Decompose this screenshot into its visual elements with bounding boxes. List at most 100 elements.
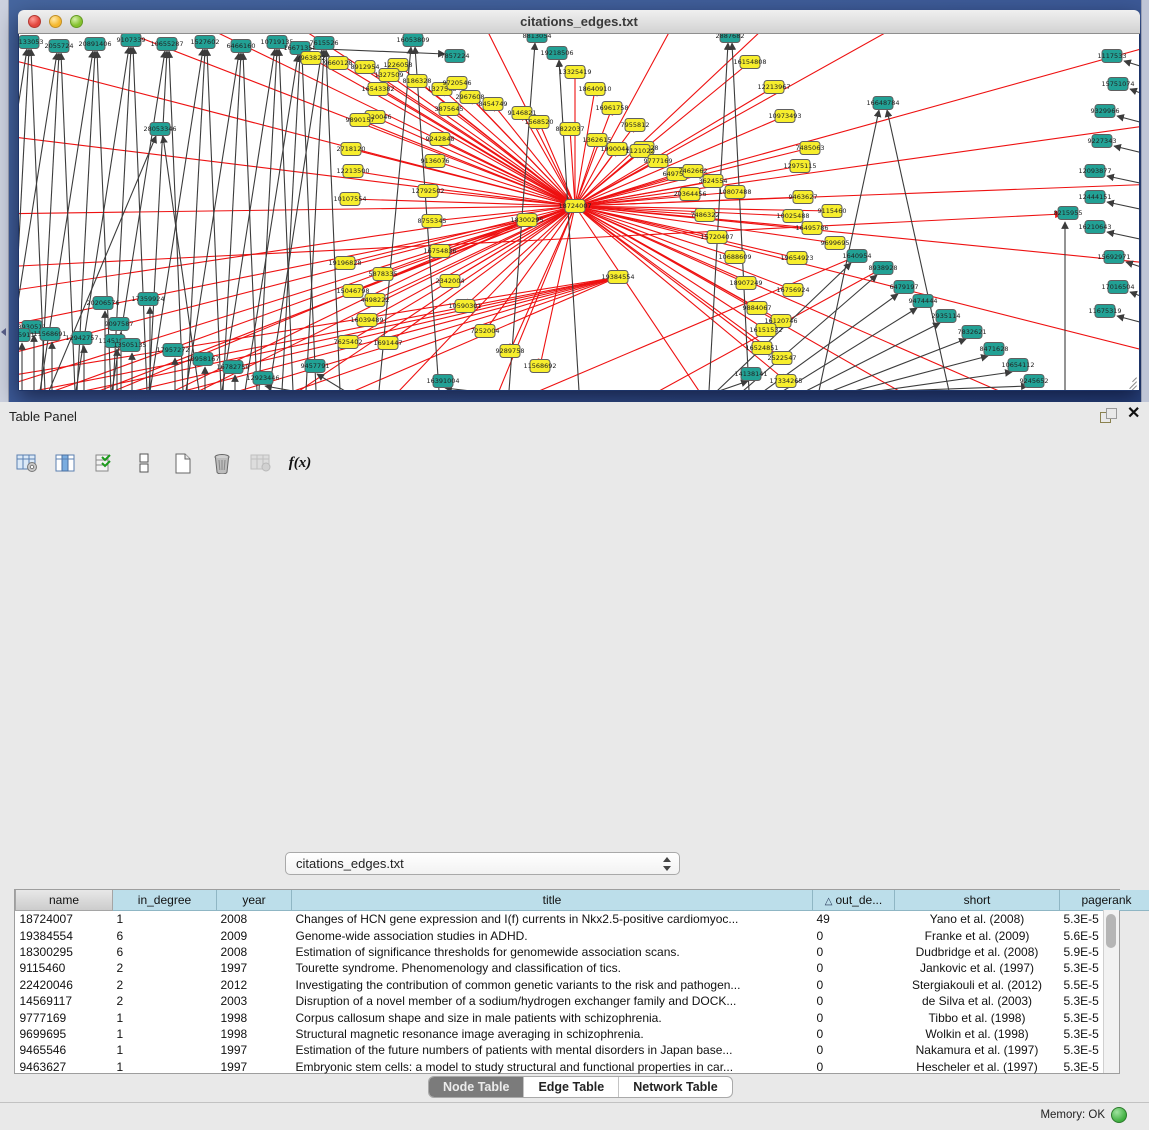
red-edge[interactable] — [375, 206, 575, 300]
table-cell[interactable]: Jankovic et al. (1997) — [895, 960, 1060, 976]
black-edge[interactable] — [1117, 316, 1139, 327]
black-edge[interactable] — [445, 388, 471, 390]
collapse-panel-arrow-icon[interactable] — [1, 328, 6, 336]
table-cell[interactable]: 2 — [113, 977, 217, 993]
select-columns-icon[interactable] — [53, 450, 79, 476]
close-panel-icon[interactable]: ✕ — [1127, 406, 1140, 422]
table-cell[interactable]: Structural magnetic resonance image aver… — [292, 1026, 813, 1042]
red-edge[interactable] — [575, 44, 1139, 206]
table-settings-icon[interactable] — [14, 450, 40, 476]
table-cell[interactable]: 1998 — [217, 1026, 292, 1042]
table-cell[interactable]: 1 — [113, 1026, 217, 1042]
table-cell[interactable]: 0 — [813, 927, 895, 943]
table-cell[interactable]: Tourette syndrome. Phenomenology and cla… — [292, 960, 813, 976]
table-cell[interactable]: 6 — [113, 944, 217, 960]
table-cell[interactable]: Yano et al. (2008) — [895, 911, 1060, 928]
table-cell[interactable]: 1 — [113, 1042, 217, 1058]
black-edge[interactable] — [207, 49, 221, 390]
table-cell[interactable]: 0 — [813, 1009, 895, 1025]
column-header-pagerank[interactable]: pagerank — [1060, 890, 1149, 911]
table-cell[interactable]: de Silva et al. (2003) — [895, 993, 1060, 1009]
black-edge[interactable] — [887, 110, 949, 390]
black-edge[interactable] — [245, 55, 298, 390]
table-row[interactable]: 2242004622012Investigating the contribut… — [16, 977, 1149, 993]
black-edge[interactable] — [243, 53, 257, 390]
column-header-out_de[interactable]: △out_de... — [813, 890, 895, 911]
table-cell[interactable]: Franke et al. (2009) — [895, 927, 1060, 943]
table-cell[interactable]: 9115460 — [16, 960, 113, 976]
table-row[interactable]: 1872400712008Changes of HCN gene express… — [16, 911, 1149, 928]
table-cell[interactable]: 2 — [113, 960, 217, 976]
table-cell[interactable]: Embryonic stem cells: a model to study s… — [292, 1059, 813, 1075]
black-edge[interactable] — [259, 49, 277, 390]
table-cell[interactable]: 2008 — [217, 911, 292, 928]
table-cell[interactable]: 2012 — [217, 977, 292, 993]
function-builder-icon[interactable]: f(x) — [287, 450, 313, 476]
table-scrollbar[interactable] — [1103, 910, 1119, 1073]
table-cell[interactable]: Estimation of significance thresholds fo… — [292, 944, 813, 960]
new-table-icon[interactable] — [170, 450, 196, 476]
red-edge[interactable] — [570, 129, 575, 206]
table-cell[interactable]: 9463627 — [16, 1059, 113, 1075]
table-cell[interactable]: 1997 — [217, 960, 292, 976]
table-cell[interactable]: 6 — [113, 927, 217, 943]
black-edge[interactable] — [1114, 146, 1139, 157]
black-edge[interactable] — [783, 308, 917, 390]
table-cell[interactable]: Genome-wide association studies in ADHD. — [292, 927, 813, 943]
column-header-in_degree[interactable]: in_degree — [113, 890, 217, 911]
table-cell[interactable]: 0 — [813, 1026, 895, 1042]
table-cell[interactable]: Investigating the contribution of common… — [292, 977, 813, 993]
table-cell[interactable]: 0 — [813, 1059, 895, 1075]
table-cell[interactable]: 18300295 — [16, 944, 113, 960]
table-cell[interactable]: Estimation of the future numbers of pati… — [292, 1042, 813, 1058]
table-row[interactable]: 977716911998Corpus callosum shape and si… — [16, 1009, 1149, 1025]
red-edge[interactable] — [99, 206, 575, 390]
table-cell[interactable]: Dudbridge et al. (2008) — [895, 944, 1060, 960]
table-cell[interactable]: 49 — [813, 911, 895, 928]
table-cell[interactable]: 0 — [813, 944, 895, 960]
column-header-title[interactable]: title — [292, 890, 813, 911]
table-cell[interactable]: Changes of HCN gene expression and I(f) … — [292, 911, 813, 928]
table-cell[interactable]: Hescheler et al. (1997) — [895, 1059, 1060, 1075]
black-edge[interactable] — [1107, 232, 1139, 243]
column-header-name[interactable]: name — [16, 890, 113, 911]
black-edge[interactable] — [1130, 292, 1139, 303]
column-header-year[interactable]: year — [217, 890, 292, 911]
black-edge[interactable] — [1124, 61, 1139, 72]
table-cell[interactable]: 22420046 — [16, 977, 113, 993]
delete-row-trash-icon[interactable] — [209, 450, 235, 476]
table-cell[interactable]: Wolkin et al. (1998) — [895, 1026, 1060, 1042]
black-edge[interactable] — [187, 49, 205, 390]
table-cell[interactable]: Disruption of a novel member of a sodium… — [292, 993, 813, 1009]
tab-node-table[interactable]: Node Table — [429, 1077, 524, 1097]
column-header-short[interactable]: short — [895, 890, 1060, 911]
black-edge[interactable] — [559, 60, 579, 390]
table-cell[interactable]: 1 — [113, 1009, 217, 1025]
black-edge[interactable] — [1107, 202, 1139, 213]
scrollbar-thumb[interactable] — [1106, 914, 1116, 948]
table-cell[interactable]: 2009 — [217, 927, 292, 943]
table-row[interactable]: 1938455462009Genome-wide association stu… — [16, 927, 1149, 943]
tab-network-table[interactable]: Network Table — [619, 1077, 732, 1097]
table-cell[interactable]: Nakamura et al. (1997) — [895, 1042, 1060, 1058]
merge-rows-icon[interactable] — [131, 450, 157, 476]
table-cell[interactable]: 9699695 — [16, 1026, 113, 1042]
table-cell[interactable]: 19384554 — [16, 927, 113, 943]
window-titlebar[interactable]: citations_edges.txt — [18, 10, 1140, 34]
table-row[interactable]: 911546021997Tourette syndrome. Phenomeno… — [16, 960, 1149, 976]
table-row[interactable]: 1830029562008Estimation of significance … — [16, 944, 1149, 960]
black-edge[interactable] — [1117, 116, 1139, 127]
black-edge[interactable] — [1130, 89, 1139, 100]
table-cell[interactable]: 0 — [813, 960, 895, 976]
table-row[interactable]: 946554611997Estimation of the future num… — [16, 1042, 1149, 1058]
red-edge[interactable] — [449, 109, 575, 206]
table-cell[interactable]: 1997 — [217, 1042, 292, 1058]
table-cell[interactable]: 1997 — [217, 1059, 292, 1075]
table-cell[interactable]: Corpus callosum shape and size in male p… — [292, 1009, 813, 1025]
table-cell[interactable]: 1 — [113, 1059, 217, 1075]
red-edge[interactable] — [575, 184, 1139, 206]
black-edge[interactable] — [894, 386, 1028, 390]
network-view-canvas[interactable]: 1872400718300295193845548133053205572420… — [19, 34, 1139, 390]
table-selector-dropdown[interactable]: citations_edges.txt — [285, 852, 680, 875]
table-cell[interactable]: 14569117 — [16, 993, 113, 1009]
